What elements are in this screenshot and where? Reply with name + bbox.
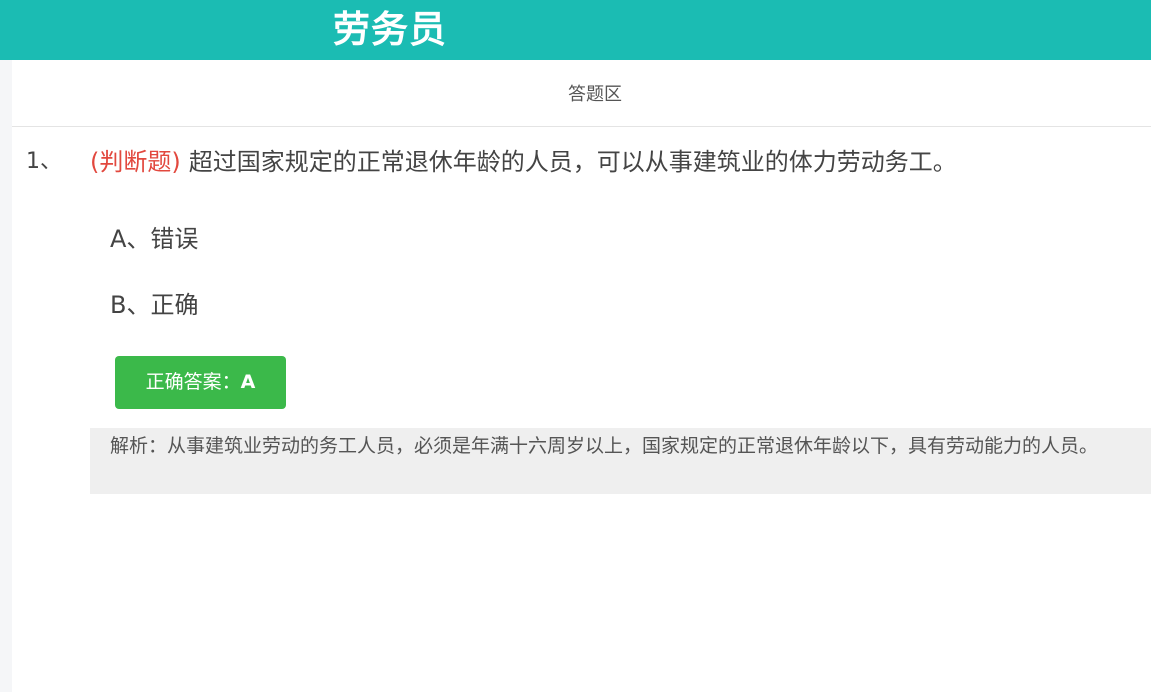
analysis-box: 解析：从事建筑业劳动的务工人员，必须是年满十六周岁以上，国家规定的正常退休年龄以…	[90, 428, 1151, 494]
app-title: 劳务员	[333, 8, 447, 51]
answer-value: A	[240, 371, 256, 393]
question-line: (判断题) 超过国家规定的正常退休年龄的人员，可以从事建筑业的体力劳动务工。	[90, 146, 957, 178]
option-a[interactable]: A、错误	[110, 223, 198, 255]
panel-header: 答题区	[12, 60, 1151, 127]
analysis-text: 解析：从事建筑业劳动的务工人员，必须是年满十六周岁以上，国家规定的正常退休年龄以…	[110, 435, 1099, 457]
question-type: (判断题)	[90, 148, 181, 176]
correct-answer-button[interactable]: 正确答案：A	[115, 356, 286, 409]
option-b[interactable]: B、正确	[110, 289, 198, 321]
answer-prefix: 正确答案：	[145, 371, 241, 393]
question-number: 1、	[26, 149, 62, 174]
panel-title: 答题区	[568, 84, 622, 105]
answer-panel: 答题区 1、 (判断题) 超过国家规定的正常退休年龄的人员，可以从事建筑业的体力劳…	[12, 60, 1151, 692]
app-header: 劳务员	[0, 0, 1151, 60]
question-text: 超过国家规定的正常退休年龄的人员，可以从事建筑业的体力劳动务工。	[188, 148, 957, 176]
